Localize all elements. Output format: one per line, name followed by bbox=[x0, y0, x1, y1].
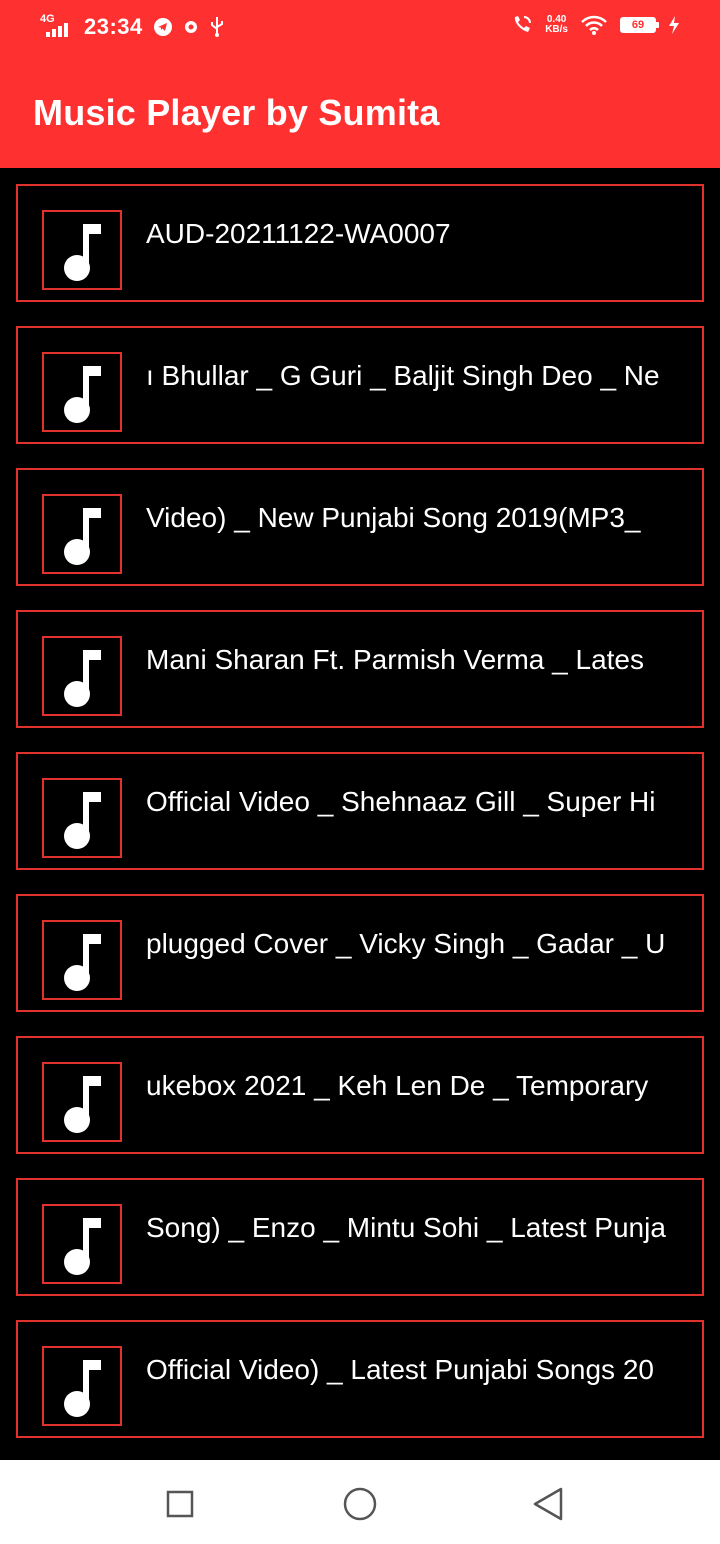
battery-level: 69 bbox=[631, 19, 645, 31]
song-title: Song) _ Enzo _ Mintu Sohi _ Latest Punja bbox=[146, 1212, 666, 1243]
song-title: ı Bhullar _ G Guri _ Baljit Singh Deo _ … bbox=[146, 360, 660, 391]
song-title-container: ukebox 2021 _ Keh Len De _ Temporary bbox=[146, 1066, 666, 1106]
song-title: Official Video) _ Latest Punjabi Songs 2… bbox=[146, 1354, 654, 1385]
song-thumbnail bbox=[42, 1346, 122, 1426]
song-thumbnail bbox=[42, 210, 122, 290]
wifi-icon bbox=[581, 15, 607, 35]
song-thumbnail bbox=[42, 352, 122, 432]
song-list-item[interactable]: AUD-20211122-WA0007 bbox=[16, 184, 704, 302]
network-speed-unit: KB/s bbox=[545, 24, 568, 35]
status-time: 23:34 bbox=[84, 14, 143, 39]
network-speed: 0.40 KB/s bbox=[545, 15, 568, 35]
song-title: ukebox 2021 _ Keh Len De _ Temporary bbox=[146, 1070, 649, 1101]
home-button[interactable] bbox=[340, 1484, 380, 1524]
status-bar: 4G 23:34 0.40 KB/s 69 bbox=[0, 0, 720, 56]
song-title-container: plugged Cover _ Vicky Singh _ Gadar _ U bbox=[146, 924, 666, 964]
song-title-container: Song) _ Enzo _ Mintu Sohi _ Latest Punja bbox=[146, 1208, 666, 1248]
song-list-item[interactable]: ukebox 2021 _ Keh Len De _ Temporary bbox=[16, 1036, 704, 1154]
song-list-item[interactable]: Song) _ Enzo _ Mintu Sohi _ Latest Punja bbox=[16, 1178, 704, 1296]
charging-icon bbox=[669, 16, 679, 34]
music-note-icon bbox=[64, 1218, 101, 1275]
song-thumbnail bbox=[42, 1204, 122, 1284]
song-list-item[interactable]: Official Video) _ Latest Punjabi Songs 2… bbox=[16, 1320, 704, 1438]
square-icon bbox=[166, 1490, 194, 1518]
song-title: Mani Sharan Ft. Parmish Verma _ Lates bbox=[146, 644, 644, 675]
music-note-icon bbox=[64, 1360, 101, 1417]
music-note-icon bbox=[64, 508, 101, 565]
song-title-container: Video) _ New Punjabi Song 2019(MP3_ bbox=[146, 498, 666, 538]
music-note-icon bbox=[64, 366, 101, 423]
song-title-container: AUD-20211122-WA0007 bbox=[146, 214, 666, 254]
song-list-item[interactable]: Official Video _ Shehnaaz Gill _ Super H… bbox=[16, 752, 704, 870]
music-note-icon bbox=[64, 1076, 101, 1133]
song-list-item[interactable]: Mani Sharan Ft. Parmish Verma _ Lates bbox=[16, 610, 704, 728]
song-title-container: Mani Sharan Ft. Parmish Verma _ Lates bbox=[146, 640, 666, 680]
song-thumbnail bbox=[42, 778, 122, 858]
system-nav-bar bbox=[0, 1460, 720, 1544]
back-button[interactable] bbox=[528, 1484, 568, 1524]
song-title: plugged Cover _ Vicky Singh _ Gadar _ U bbox=[146, 928, 666, 959]
song-thumbnail bbox=[42, 920, 122, 1000]
song-title: Official Video _ Shehnaaz Gill _ Super H… bbox=[146, 786, 656, 817]
song-title: AUD-20211122-WA0007 bbox=[146, 218, 451, 249]
battery-icon: 69 bbox=[620, 17, 659, 33]
song-thumbnail bbox=[42, 636, 122, 716]
usb-icon bbox=[210, 17, 223, 37]
song-title-container: ı Bhullar _ G Guri _ Baljit Singh Deo _ … bbox=[146, 356, 666, 396]
music-note-icon bbox=[64, 224, 101, 281]
recents-button[interactable] bbox=[160, 1484, 200, 1524]
circle-icon bbox=[343, 1487, 377, 1521]
song-title-container: Official Video) _ Latest Punjabi Songs 2… bbox=[146, 1350, 666, 1390]
telegram-icon bbox=[153, 18, 172, 36]
song-list[interactable]: AUD-20211122-WA0007 ı Bhullar _ G Guri _ … bbox=[16, 184, 704, 1462]
wifi-calling-icon bbox=[515, 16, 532, 32]
music-note-icon bbox=[64, 934, 101, 991]
music-note-icon bbox=[64, 650, 101, 707]
app-header: 4G 23:34 0.40 KB/s 69 Music Player by Su… bbox=[0, 0, 720, 168]
song-title: Video) _ New Punjabi Song 2019(MP3_ bbox=[146, 502, 641, 533]
song-title-container: Official Video _ Shehnaaz Gill _ Super H… bbox=[146, 782, 666, 822]
song-list-item[interactable]: Video) _ New Punjabi Song 2019(MP3_ bbox=[16, 468, 704, 586]
song-thumbnail bbox=[42, 494, 122, 574]
song-list-item[interactable]: plugged Cover _ Vicky Singh _ Gadar _ U bbox=[16, 894, 704, 1012]
app-title: Music Player by Sumita bbox=[33, 92, 440, 133]
music-note-icon bbox=[64, 792, 101, 849]
cellular-signal-icon: 4G bbox=[40, 13, 74, 39]
song-thumbnail bbox=[42, 1062, 122, 1142]
song-list-item[interactable]: ı Bhullar _ G Guri _ Baljit Singh Deo _ … bbox=[16, 326, 704, 444]
triangle-back-icon bbox=[533, 1487, 563, 1521]
app-notification-icon bbox=[184, 21, 197, 33]
